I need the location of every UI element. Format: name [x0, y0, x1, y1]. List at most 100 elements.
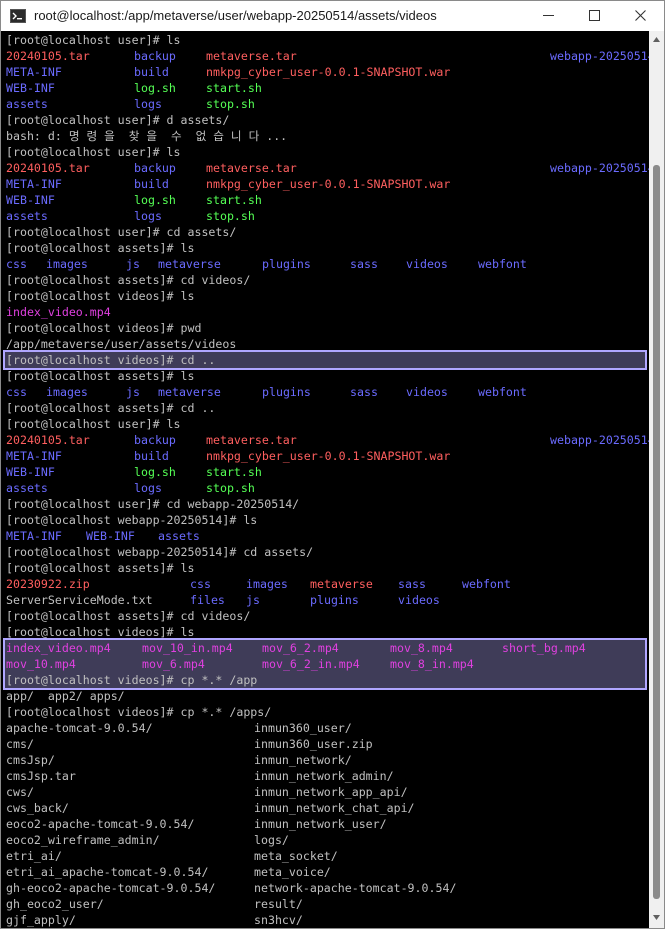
terminal-text-segment: inmun_network_chat_api/ — [254, 801, 415, 815]
terminal-text-segment: meta_socket/ — [254, 849, 338, 863]
terminal-text-segment: start.sh — [206, 81, 262, 95]
terminal-text-segment: stop.sh — [206, 97, 255, 111]
terminal-text-segment: js — [126, 385, 140, 399]
terminal-text-segment: sass — [398, 577, 426, 591]
terminal-text-segment: cws_back/ — [6, 801, 69, 815]
terminal-text-segment: webapp-20250514 — [550, 49, 649, 63]
terminal-text-segment: metaverse.tar — [206, 49, 297, 63]
terminal-text-segment: eoco2-apache-tomcat-9.0.54/ — [6, 817, 195, 831]
scroll-up-arrow-icon[interactable] — [653, 37, 660, 42]
terminal-text-segment: assets — [6, 97, 48, 111]
terminal-text-segment: cws/ — [6, 785, 34, 799]
terminal-text-segment: mov_8.mp4 — [390, 641, 453, 655]
terminal-text-segment: cms/ — [6, 737, 34, 751]
terminal-text-segment: META-INF — [6, 449, 62, 463]
terminal-text-segment: [root@localhost user]# ls — [6, 145, 181, 159]
terminal-text-segment: META-INF — [6, 65, 62, 79]
terminal-output[interactable]: [root@localhost user]# ls 20240105.tar bac… — [1, 31, 649, 928]
terminal-text-segment: backup — [134, 161, 176, 175]
terminal-text-segment: [root@localhost videos]# ls — [6, 625, 195, 639]
terminal-text-segment: mov_6_2.mp4 — [262, 641, 339, 655]
minimize-icon — [543, 15, 554, 16]
terminal-text-segment: metaverse.tar — [206, 433, 297, 447]
terminal-text-segment: index_video.mp4 — [6, 641, 111, 655]
terminal-text-segment: inmun360_user/ — [254, 721, 352, 735]
terminal-text-segment: 20240105.tar — [6, 433, 90, 447]
terminal-text-segment: /app/metaverse/user/assets/videos — [6, 337, 237, 351]
terminal-text-segment: metaverse — [158, 257, 221, 271]
terminal-text-segment: files — [190, 593, 225, 607]
terminal-text-segment: build — [134, 449, 169, 463]
terminal-text-segment: nmkpg_cyber_user-0.0.1-SNAPSHOT.war — [206, 449, 451, 463]
terminal-text-segment: videos — [406, 257, 448, 271]
terminal-text-segment: [root@localhost assets]# cd videos/ — [6, 273, 251, 287]
close-button[interactable] — [618, 1, 664, 31]
terminal-text-segment: metaverse — [158, 385, 221, 399]
terminal-text-segment: webfont — [462, 577, 511, 591]
terminal-text-segment: META-INF — [6, 177, 62, 191]
terminal-text-segment: [root@localhost videos]# pwd — [6, 321, 202, 335]
terminal-text-segment: [root@localhost webapp-20250514]# cd ass… — [6, 545, 314, 559]
terminal-text-segment: cmsJsp.tar — [6, 769, 76, 783]
terminal-window: root@localhost:/app/metaverse/user/webap… — [0, 0, 665, 929]
scrollbar-thumb[interactable] — [653, 165, 660, 899]
terminal-text-segment: mov_6.mp4 — [142, 657, 205, 671]
terminal-text-segment: webapp-20250514 — [550, 161, 649, 175]
terminal-text-segment: [root@localhost assets]# ls — [6, 241, 195, 255]
terminal-text-segment: 20240105.tar — [6, 49, 90, 63]
terminal-text-segment: [root@localhost assets]# cd videos/ — [6, 609, 251, 623]
terminal-text-segment: css — [6, 257, 27, 271]
terminal-text-segment: [root@localhost assets]# ls — [6, 369, 195, 383]
terminal-text-segment: inmun_network/ — [254, 753, 352, 767]
terminal-text-segment: assets — [6, 209, 48, 223]
maximize-icon — [589, 10, 600, 21]
terminal-text-segment: bash: d: 명 령 을 찾 을 수 없 습 니 다 ... — [6, 129, 288, 143]
scroll-down-arrow-icon[interactable] — [653, 915, 660, 920]
terminal-text-segment: WEB-INF — [6, 193, 55, 207]
terminal-text-segment: js — [126, 257, 140, 271]
terminal-text-segment: images — [46, 385, 88, 399]
terminal-text-segment: meta_voice/ — [254, 865, 331, 879]
terminal-text-segment: log.sh — [134, 465, 176, 479]
terminal-text-segment: plugins — [262, 257, 311, 271]
terminal-text-segment: logs — [134, 97, 162, 111]
terminal-text-segment: sass — [350, 385, 378, 399]
terminal-text-segment: ServerServiceMode.txt — [6, 593, 153, 607]
terminal-text-segment: mov_6_2_in.mp4 — [262, 657, 360, 671]
terminal-text-segment: plugins — [262, 385, 311, 399]
terminal-text-segment: webfont — [478, 257, 527, 271]
title-bar[interactable]: root@localhost:/app/metaverse/user/webap… — [1, 1, 664, 31]
close-icon — [635, 10, 646, 21]
terminal-text-segment: [root@localhost user]# ls — [6, 417, 181, 431]
terminal-text-segment: sn3hcv/ — [254, 913, 303, 927]
terminal-text-segment: WEB-INF — [86, 529, 135, 543]
terminal-text-segment: index_video.mp4 — [6, 305, 111, 319]
terminal-text-segment: sass — [350, 257, 378, 271]
terminal-text-segment: videos — [398, 593, 440, 607]
terminal-text-segment: nmkpg_cyber_user-0.0.1-SNAPSHOT.war — [206, 65, 451, 79]
terminal-text-segment: build — [134, 177, 169, 191]
terminal-text-segment: [root@localhost assets]# cd .. — [6, 401, 216, 415]
terminal-text-segment: [root@localhost videos]# ls — [6, 289, 195, 303]
terminal-text-segment: stop.sh — [206, 481, 255, 495]
terminal-text-segment: logs — [134, 209, 162, 223]
terminal-text-segment: plugins — [310, 593, 359, 607]
terminal-text-segment: apache-tomcat-9.0.54/ — [6, 721, 153, 735]
minimize-button[interactable] — [526, 1, 572, 31]
terminal-text-segment: [root@localhost user]# d assets/ — [6, 113, 230, 127]
terminal-text-segment: etri_ai_apache-tomcat-9.0.54/ — [6, 865, 209, 879]
terminal-text-segment: eoco2_wireframe_admin/ — [6, 833, 160, 847]
maximize-button[interactable] — [572, 1, 618, 31]
terminal-text-segment: [root@localhost videos]# cp *.* /app — [6, 673, 258, 687]
terminal-text-segment: inmun_network_user/ — [254, 817, 387, 831]
terminal-text-segment: start.sh — [206, 193, 262, 207]
terminal-text-segment: app/ app2/ apps/ — [6, 689, 125, 703]
vertical-scrollbar[interactable] — [649, 31, 664, 928]
terminal-text-segment: 20230922.zip — [6, 577, 90, 591]
terminal-text-segment: network-apache-tomcat-9.0.54/ — [254, 881, 457, 895]
terminal-text-segment: [root@localhost user]# cd webapp-2025051… — [6, 497, 300, 511]
terminal-text-segment: css — [6, 385, 27, 399]
window-title: root@localhost:/app/metaverse/user/webap… — [34, 8, 437, 23]
terminal-text-segment: inmun360_user.zip — [254, 737, 373, 751]
terminal-text-segment: [root@localhost videos]# cd .. — [6, 353, 216, 367]
